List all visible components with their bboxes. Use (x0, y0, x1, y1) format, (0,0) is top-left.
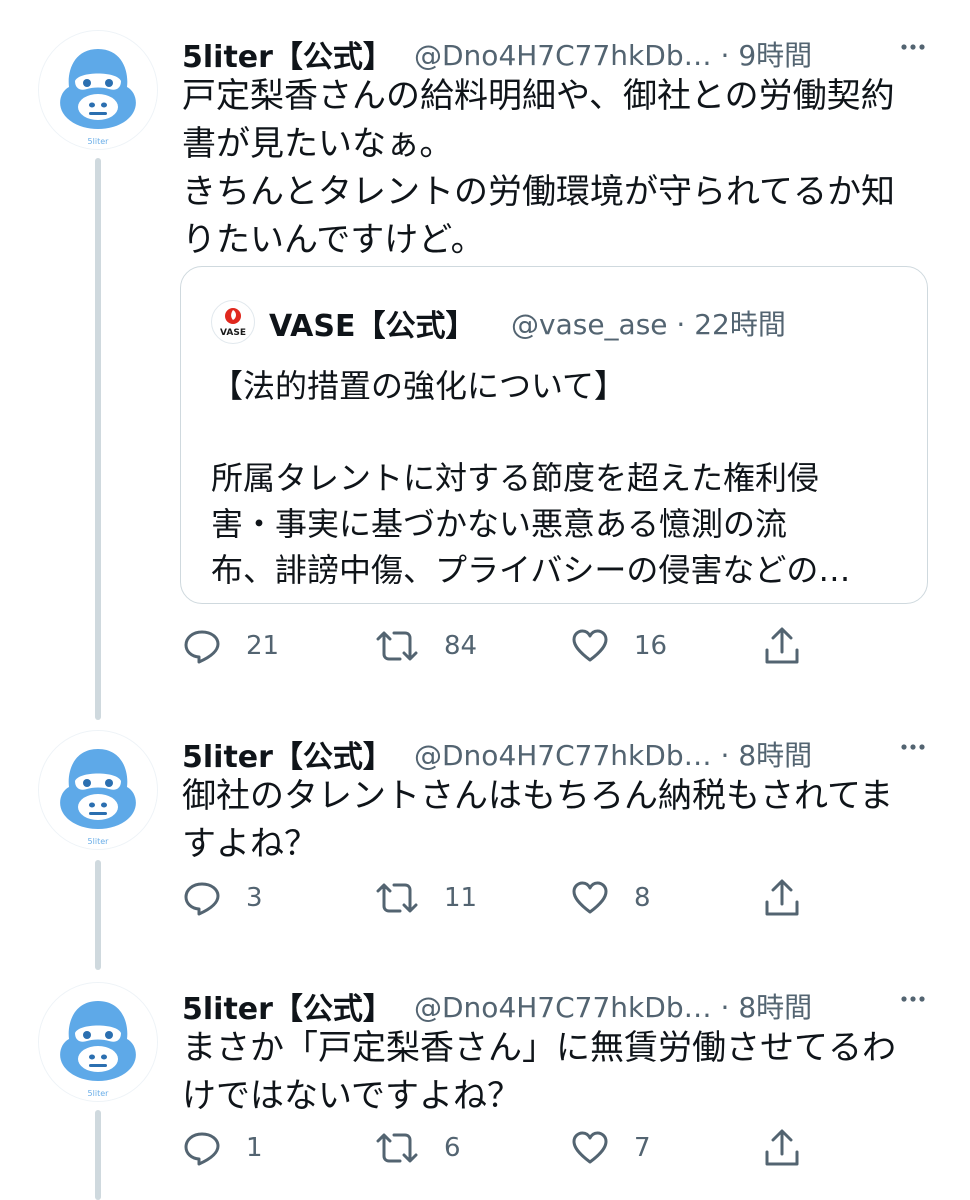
quoted-tweet-text: 【法的措置の強化について】 所属タレントに対する節度を超えた権利侵 害・事実に基… (211, 367, 851, 589)
avatar[interactable]: 5liter (38, 30, 158, 150)
avatar-caption: 5liter (87, 1089, 109, 1098)
author-handle[interactable]: @Dno4H7C77hkDb… · 9時間 (414, 34, 812, 74)
retweet-icon (376, 1133, 418, 1163)
avatar-caption: 5liter (87, 137, 109, 146)
gorilla-avatar-icon (39, 731, 157, 849)
retweet-icon (376, 883, 418, 913)
tweet-header: 5liter【公式】 @Dno4H7C77hkDb… · 8時間 (182, 728, 950, 775)
share-icon (765, 627, 799, 664)
thread-line (95, 860, 101, 970)
timestamp[interactable]: · 8時間 (721, 739, 813, 772)
retweet-count: 6 (444, 1133, 461, 1163)
heart-icon (572, 881, 608, 914)
vase-logo-icon: VASE (211, 300, 255, 344)
author-handle[interactable]: @Dno4H7C77hkDb… · 8時間 (414, 734, 812, 774)
reply-button[interactable]: 3 (182, 878, 263, 918)
retweet-button[interactable]: 84 (374, 626, 477, 666)
author-name[interactable]: 5liter【公式】 (182, 984, 393, 1028)
avatar-caption: 5liter (87, 837, 109, 846)
tweet-actions: 3 11 8 (182, 878, 822, 918)
share-icon (765, 1129, 799, 1166)
reply-icon (184, 630, 220, 664)
retweet-button[interactable]: 11 (374, 878, 477, 918)
tweet-text: 戸定梨香さんの給料明細や、御社との労働契約 書が見たいなぁ。 きちんとタレントの… (182, 76, 895, 260)
like-count: 16 (634, 631, 668, 661)
reply-icon (184, 882, 220, 916)
timestamp[interactable]: · 8時間 (721, 991, 813, 1024)
tweet-text: 御社のタレントさんはもちろん納税もされてま すよね？ (182, 776, 894, 864)
reply-button[interactable]: 1 (182, 1128, 263, 1168)
tweet-header: 5liter【公式】 @Dno4H7C77hkDb… · 9時間 (182, 28, 950, 75)
like-button[interactable]: 7 (570, 1128, 651, 1168)
like-count: 8 (634, 883, 651, 913)
vase-logo-text: VASE (220, 328, 246, 338)
share-button[interactable] (762, 626, 802, 666)
reply-icon (184, 1132, 220, 1166)
gorilla-avatar-icon (39, 983, 157, 1101)
avatar[interactable]: 5liter (38, 730, 158, 850)
thread-line (95, 1110, 101, 1200)
retweet-button[interactable]: 6 (374, 1128, 461, 1168)
more-dots-icon[interactable] (898, 980, 928, 1017)
author-handle[interactable]: @Dno4H7C77hkDb… · 8時間 (414, 986, 812, 1026)
timestamp[interactable]: · 9時間 (721, 39, 813, 72)
quoted-author-name: VASE【公式】 (269, 309, 476, 344)
like-button[interactable]: 16 (570, 626, 667, 666)
reply-count: 3 (246, 883, 263, 913)
more-dots-icon[interactable] (898, 728, 928, 765)
reply-count: 21 (246, 631, 280, 661)
tweet-header: 5liter【公式】 @Dno4H7C77hkDb… · 8時間 (182, 980, 950, 1027)
like-button[interactable]: 8 (570, 878, 651, 918)
retweet-count: 84 (444, 631, 478, 661)
thread-line (95, 158, 101, 720)
tweet-actions: 1 6 7 (182, 1128, 822, 1168)
heart-icon (572, 629, 608, 662)
quoted-tweet[interactable]: VASE VASE【公式】 @vase_ase · 22時間 【法的措置の強化に… (180, 266, 928, 604)
quoted-author-handle: @vase_ase · 22時間 (511, 308, 786, 341)
reply-button[interactable]: 21 (182, 626, 279, 666)
share-button[interactable] (762, 1128, 802, 1168)
avatar[interactable]: 5liter (38, 982, 158, 1102)
like-count: 7 (634, 1133, 651, 1163)
heart-icon (572, 1131, 608, 1164)
reply-count: 1 (246, 1133, 263, 1163)
retweet-icon (376, 631, 418, 661)
more-dots-icon[interactable] (898, 28, 928, 65)
gorilla-avatar-icon (39, 31, 157, 149)
share-button[interactable] (762, 878, 802, 918)
retweet-count: 11 (444, 883, 478, 913)
author-name[interactable]: 5liter【公式】 (182, 732, 393, 776)
tweet-text: まさか「戸定梨香さん」に無賃労働させてるわ けではないですよね？ (182, 1028, 896, 1116)
tweet-actions: 21 84 16 (182, 626, 822, 666)
author-name[interactable]: 5liter【公式】 (182, 32, 393, 76)
share-icon (765, 879, 799, 916)
